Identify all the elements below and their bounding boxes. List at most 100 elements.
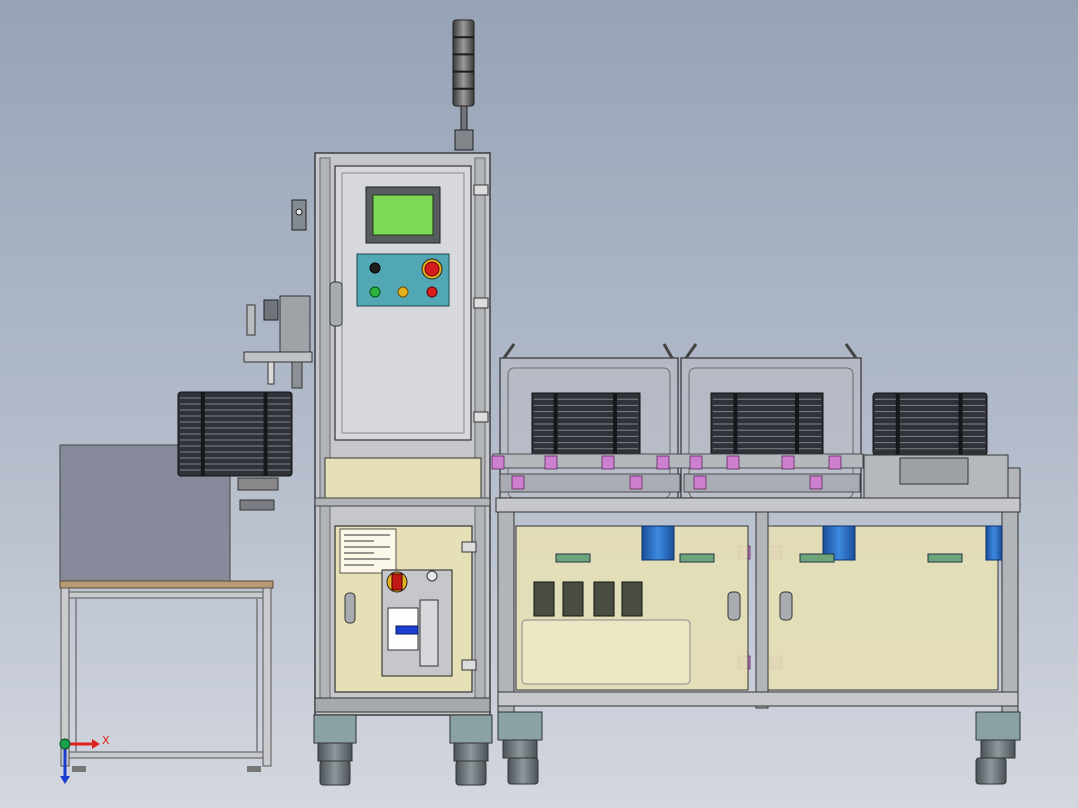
- caster: [317, 742, 353, 762]
- gripper-rail: [243, 351, 313, 363]
- valve: [593, 581, 615, 617]
- mount-block: [799, 553, 835, 563]
- hinge: [473, 297, 489, 309]
- cabinet-rail: [314, 497, 491, 507]
- tray-clip: [895, 393, 900, 455]
- table-top: [59, 580, 274, 589]
- foot-block: [975, 711, 1021, 741]
- bench-post: [1001, 511, 1019, 713]
- main-cabinet: [314, 152, 491, 716]
- tray-clip: [958, 393, 963, 455]
- mount-block: [927, 553, 963, 563]
- air-regulator: [395, 625, 419, 635]
- sensor-lens: [295, 208, 303, 216]
- bracket: [828, 455, 842, 470]
- gripper-finger: [267, 361, 275, 385]
- linear-rail-right: [683, 473, 861, 493]
- bench-panel-right[interactable]: [767, 525, 999, 691]
- bracket: [689, 455, 703, 470]
- linear-rail-left: [499, 473, 681, 493]
- foot-block: [497, 711, 543, 741]
- caster: [502, 739, 538, 759]
- tower-light: [452, 19, 475, 151]
- bracket: [629, 475, 643, 490]
- bench-top-rail: [495, 497, 1021, 513]
- leveling-foot: [455, 760, 487, 786]
- foot-block: [313, 714, 357, 744]
- bracket: [781, 455, 795, 470]
- caster: [980, 739, 1016, 759]
- tray-clip: [263, 392, 268, 476]
- panel-latch[interactable]: [727, 591, 741, 621]
- lift-plate: [239, 499, 275, 511]
- right-bench: [491, 343, 1021, 713]
- emergency-stop-button[interactable]: [424, 261, 440, 277]
- table-inner-post: [75, 598, 77, 752]
- hinge: [461, 541, 477, 553]
- tray-clip: [795, 393, 799, 455]
- bench-side-post: [1007, 467, 1021, 499]
- bracket: [726, 455, 740, 470]
- red-lamp: [426, 286, 438, 298]
- table-crossbar-top: [68, 591, 264, 599]
- tray-clip: [613, 393, 617, 455]
- inner-plate: [521, 619, 691, 685]
- start-button[interactable]: [369, 262, 381, 274]
- x-axis-label: X: [102, 734, 110, 747]
- bracket: [656, 455, 670, 470]
- tower-light-pole: [460, 105, 468, 131]
- mount-plate: [279, 295, 311, 355]
- filter-bowl: [419, 599, 439, 667]
- caster: [453, 742, 489, 762]
- tray-clip: [200, 392, 205, 476]
- lift-base: [237, 477, 279, 491]
- cabinet-post-right: [474, 157, 486, 711]
- pressure-gauge: [426, 570, 438, 582]
- bracket: [544, 455, 558, 470]
- bracket: [511, 475, 525, 490]
- foot-block: [449, 714, 493, 744]
- tray-stack-left: [177, 391, 293, 477]
- cabinet-post-left: [319, 157, 331, 711]
- table-foot: [72, 766, 86, 772]
- tray-output-slot: [899, 457, 969, 485]
- table-leg-right: [262, 587, 272, 767]
- bench-post: [755, 511, 769, 709]
- cabinet-base: [314, 697, 491, 713]
- cad-viewport[interactable]: X: [0, 0, 1078, 808]
- motor: [985, 525, 1003, 561]
- hinge: [473, 411, 489, 423]
- tray-clip: [733, 393, 738, 455]
- bracket: [693, 475, 707, 490]
- tray-clip: [553, 393, 558, 455]
- mid-panel: [324, 457, 482, 499]
- table-crossbar-bottom: [68, 751, 264, 759]
- y-axis-origin: [59, 738, 71, 750]
- table-foot: [247, 766, 261, 772]
- leveling-foot: [319, 760, 351, 786]
- hinge: [473, 184, 489, 196]
- valve: [562, 581, 584, 617]
- panel-latch[interactable]: [779, 591, 793, 621]
- bracket: [809, 475, 823, 490]
- bracket: [601, 455, 615, 470]
- mount-block: [555, 553, 591, 563]
- bracket: [491, 455, 505, 470]
- bench-post: [497, 511, 515, 713]
- valve: [621, 581, 643, 617]
- table-inner-post: [256, 598, 258, 752]
- lower-door-handle[interactable]: [344, 592, 356, 624]
- leveling-foot: [507, 757, 539, 785]
- nameplate: [339, 528, 397, 574]
- upper-door-handle[interactable]: [329, 281, 343, 327]
- main-switch-handle[interactable]: [391, 573, 403, 591]
- valve: [533, 581, 555, 617]
- actuator-block: [263, 299, 279, 321]
- bench-bottom-rail: [497, 691, 1019, 707]
- hinge: [461, 659, 477, 671]
- motor: [641, 525, 675, 561]
- yellow-lamp: [397, 286, 409, 298]
- gripper-body: [291, 361, 303, 389]
- leveling-foot: [975, 757, 1007, 785]
- hmi-screen[interactable]: [372, 194, 434, 236]
